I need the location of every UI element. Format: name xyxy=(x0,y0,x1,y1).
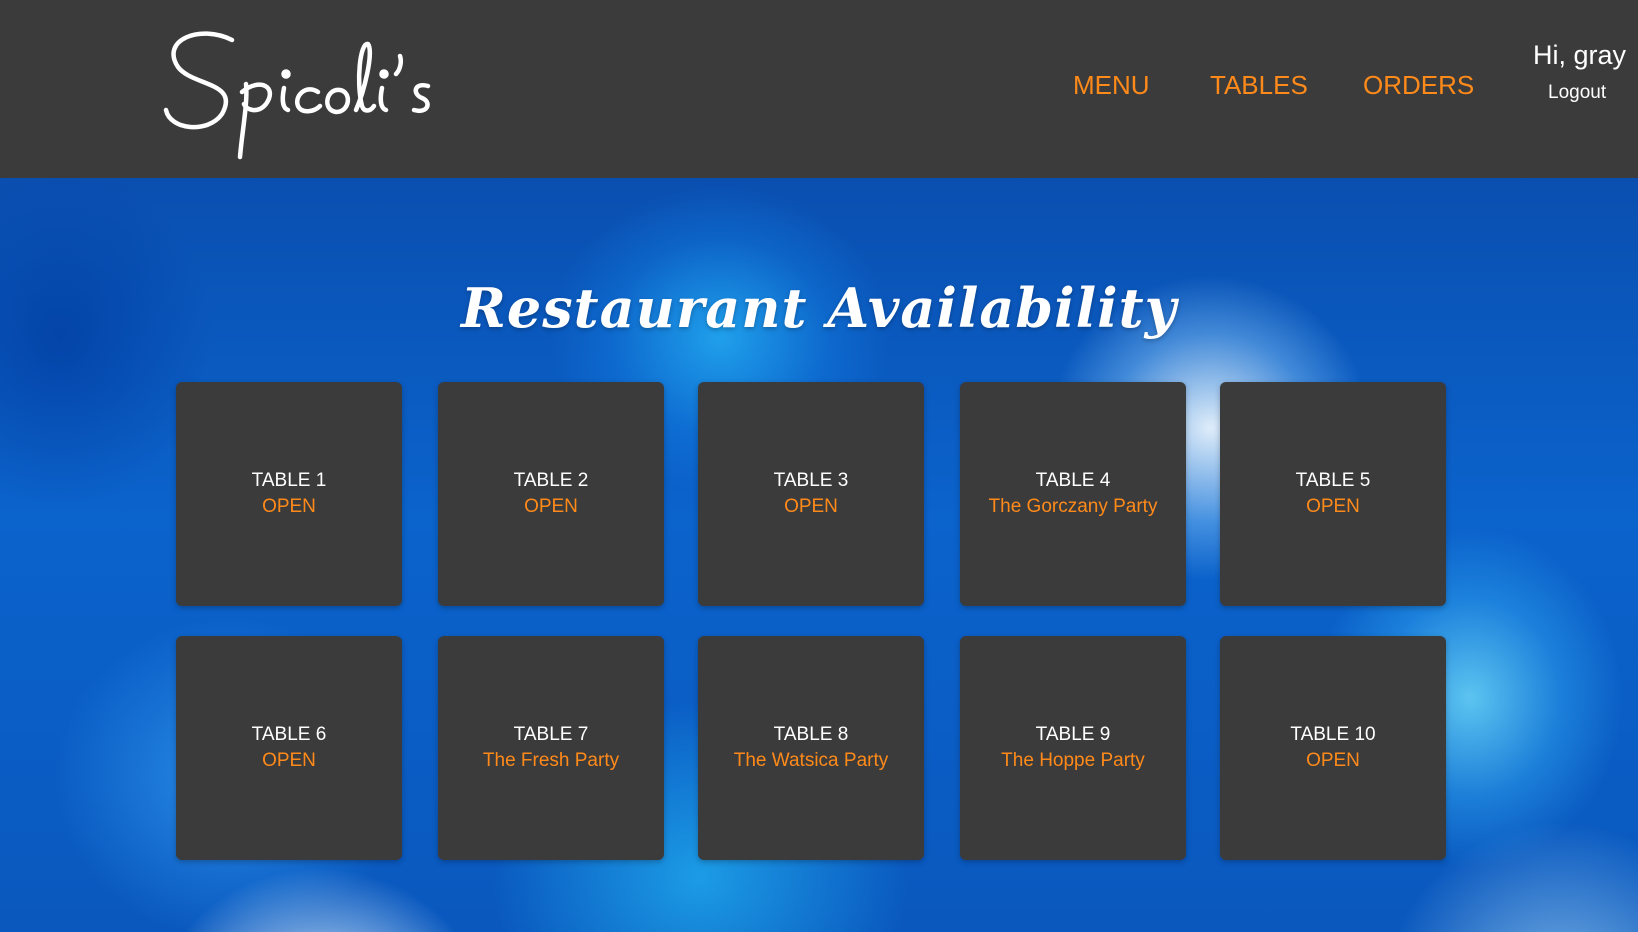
table-name: TABLE 3 xyxy=(773,470,849,491)
site-header: MENU TABLES ORDERS Hi, gray Logout xyxy=(0,0,1638,178)
page-title: Restaurant Availability xyxy=(461,276,1177,340)
table-name: TABLE 5 xyxy=(1295,470,1371,491)
table-status: The Hoppe Party xyxy=(1001,750,1145,771)
table-card-9[interactable]: TABLE 9 The Hoppe Party xyxy=(960,636,1186,860)
table-card-8[interactable]: TABLE 8 The Watsica Party xyxy=(698,636,924,860)
table-status: OPEN xyxy=(262,496,316,517)
table-card-7[interactable]: TABLE 7 The Fresh Party xyxy=(438,636,664,860)
table-card-4[interactable]: TABLE 4 The Gorczany Party xyxy=(960,382,1186,606)
nav-tables-link[interactable]: TABLES xyxy=(1210,70,1308,101)
table-name: TABLE 6 xyxy=(251,724,327,745)
table-card-5[interactable]: TABLE 5 OPEN xyxy=(1220,382,1446,606)
table-status: OPEN xyxy=(262,750,316,771)
table-name: TABLE 10 xyxy=(1290,724,1376,745)
tables-grid: TABLE 1 OPEN TABLE 2 OPEN TABLE 3 OPEN T… xyxy=(176,382,1446,860)
table-status: OPEN xyxy=(1306,496,1360,517)
user-greeting: Hi, gray xyxy=(1533,40,1627,70)
spicolis-logo-script xyxy=(163,31,431,160)
main-content: Restaurant Availability TABLE 1 OPEN TAB… xyxy=(0,178,1638,932)
table-name: TABLE 1 xyxy=(251,470,327,491)
brand-logo[interactable] xyxy=(160,22,480,167)
table-name: TABLE 2 xyxy=(513,470,589,491)
table-card-3[interactable]: TABLE 3 OPEN xyxy=(698,382,924,606)
logout-link[interactable]: Logout xyxy=(1548,82,1606,104)
table-status: OPEN xyxy=(1306,750,1360,771)
table-status: OPEN xyxy=(524,496,578,517)
table-card-1[interactable]: TABLE 1 OPEN xyxy=(176,382,402,606)
table-name: TABLE 7 xyxy=(513,724,589,745)
table-name: TABLE 9 xyxy=(1035,724,1111,745)
table-card-2[interactable]: TABLE 2 OPEN xyxy=(438,382,664,606)
table-name: TABLE 8 xyxy=(773,724,849,745)
table-status: OPEN xyxy=(784,496,838,517)
table-card-10[interactable]: TABLE 10 OPEN xyxy=(1220,636,1446,860)
table-name: TABLE 4 xyxy=(1035,470,1111,491)
nav-menu-link[interactable]: MENU xyxy=(1073,70,1150,101)
table-status: The Watsica Party xyxy=(733,750,889,771)
nav-orders-link[interactable]: ORDERS xyxy=(1363,70,1474,101)
table-status: The Fresh Party xyxy=(482,750,620,771)
table-card-6[interactable]: TABLE 6 OPEN xyxy=(176,636,402,860)
table-status: The Gorczany Party xyxy=(988,496,1158,517)
